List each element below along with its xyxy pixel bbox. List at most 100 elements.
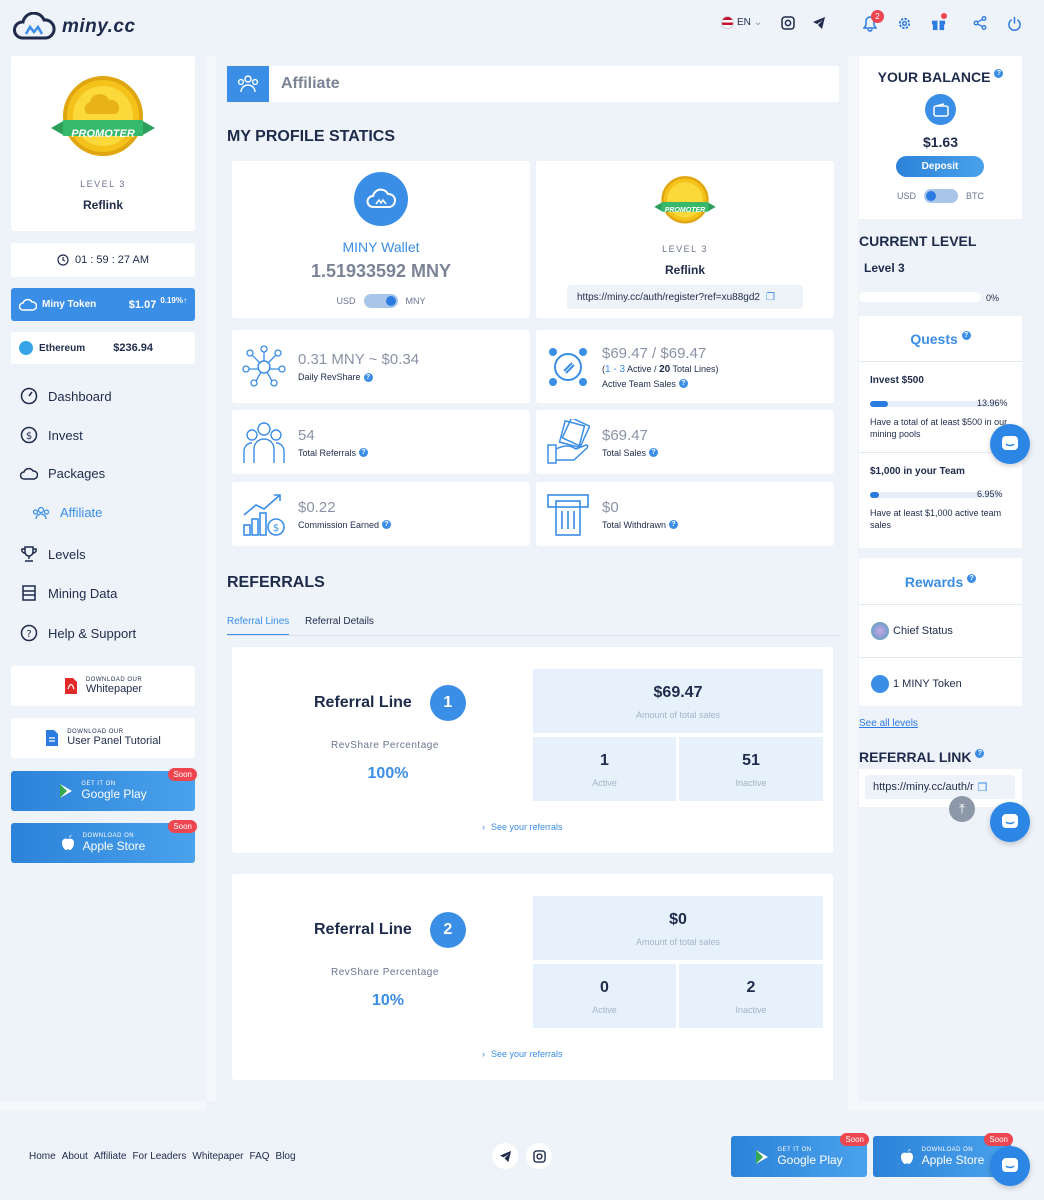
wallet-currency-toggle[interactable]: USD MNY [232,294,530,308]
gear-icon[interactable] [897,16,912,31]
nav-invest[interactable]: $ Invest [20,426,190,444]
scroll-top-button[interactable]: ⤒ [949,796,975,822]
power-icon[interactable] [1007,16,1022,31]
nav-dashboard[interactable]: Dashboard [20,387,190,405]
ethereum-price[interactable]: Ethereum $236.94 [11,332,195,364]
stat-value: $0 [602,498,619,516]
chat-button[interactable] [990,424,1030,464]
tab-referral-details[interactable]: Referral Details [305,616,374,627]
inactive-label: Inactive [735,1005,767,1015]
referral-line-2-card: Referral Line 2 RevShare Percentage 10% … [232,874,833,1080]
google-play-icon [756,1149,769,1164]
gift-icon[interactable] [931,13,947,31]
language-selector[interactable]: EN ⌄ [721,16,762,29]
see-referrals-link[interactable]: › See your referrals [482,822,563,832]
active-lines: 1 - 3 [605,363,626,375]
total-sales-label: Amount of total sales [635,710,721,720]
referral-link-input[interactable]: https://miny.cc/auth/r ❐ [865,775,1015,799]
info-icon[interactable]: ? [649,448,659,457]
chief-badge-icon [871,622,889,640]
chevron-down-icon: ⌄ [753,17,763,28]
referral-link-value: https://miny.cc/auth/r [873,781,974,793]
info-icon[interactable]: ? [382,520,392,529]
affiliate-people-icon [32,506,50,519]
referral-link-card: https://miny.cc/auth/r ❐ [859,769,1022,807]
info-icon[interactable]: ? [961,331,971,340]
download-tutorial[interactable]: DOWNLOAD OUR User Panel Tutorial [11,718,195,758]
miny-token-price[interactable]: Miny Token $1.07 0.19%↑ [11,288,195,321]
stat-label: Daily RevShare [298,372,361,382]
copy-icon[interactable]: ❐ [978,781,988,794]
nav-packages[interactable]: Packages [20,466,190,481]
right-h-scrollbar[interactable] [848,1101,1044,1111]
footer-link-faq[interactable]: FAQ [250,1151,270,1162]
footer-link-blog[interactable]: Blog [276,1151,296,1162]
see-referrals-link[interactable]: › See your referrals [482,1049,563,1059]
footer-link-about[interactable]: About [62,1151,88,1162]
currency-switch[interactable] [363,294,398,308]
info-icon[interactable]: ? [359,448,369,457]
balance-switch[interactable] [924,189,958,203]
level-card-level: LEVEL 3 [662,244,708,254]
info-icon[interactable]: ? [678,379,688,388]
info-icon[interactable]: ? [363,372,373,382]
balance-currency-toggle[interactable]: USD BTC [859,189,1022,203]
info-icon[interactable]: ? [994,69,1004,78]
quest-name: $1,000 in your Team [870,466,965,477]
team-sales-icon [549,347,587,386]
notifications-icon[interactable]: 2 [863,10,884,32]
footer-google-play-button[interactable]: GET IT ON Google Play Soon [731,1133,869,1177]
dl-title: Apple Store [921,1152,985,1167]
deposit-button[interactable]: Deposit [896,156,984,177]
nav-mining-data[interactable]: Mining Data [20,584,190,602]
apple-store-button[interactable]: DOWNLOAD ON Apple Store Soon [11,820,197,863]
token-name: Miny Token [42,299,97,310]
quest-desc: Have a total of at least $500 in our min… [870,417,1008,439]
right-scrollbar[interactable] [848,56,858,1101]
total-sales-box: $0 Amount of total sales [533,896,823,960]
chat-button[interactable] [990,1146,1030,1186]
stat-value: $69.47 / $69.47 [602,344,707,362]
footer-link-home[interactable]: Home [29,1151,56,1162]
toggle-left-label: USD [336,296,356,306]
question-circle-icon: ? [20,624,38,642]
main-scrollbar[interactable] [206,56,216,1101]
atm-withdraw-icon [547,494,589,536]
see-all-levels-link[interactable]: See all levels [859,718,918,729]
stat-value: 0.31 MNY ~ $0.34 [298,351,420,368]
telegram-icon[interactable] [812,16,826,30]
download-whitepaper[interactable]: DOWNLOAD OUR Whitepaper [11,666,195,706]
footer-link-whitepaper[interactable]: Whitepaper [192,1151,243,1162]
revshare-value: 100% [367,765,409,782]
footer-telegram-icon[interactable] [492,1143,518,1169]
balance-card: YOUR BALANCE ? $1.63 Deposit USD BTC [859,56,1022,219]
share-icon[interactable] [973,16,987,30]
info-icon[interactable]: ? [669,520,679,529]
info-icon[interactable]: ? [967,574,977,583]
cloud-logo-icon [13,12,56,40]
level-card-name: Reflink [664,263,705,277]
footer-link-affiliate[interactable]: Affiliate [94,1151,127,1162]
nav-help-support[interactable]: ? Help & Support [20,624,190,642]
level-card: PROMOTER LEVEL 3 Reflink https://miny.cc… [536,161,834,318]
tab-referral-lines[interactable]: Referral Lines [227,616,290,636]
footer-link-leaders[interactable]: For Leaders [132,1151,186,1162]
balance-title: YOUR BALANCE [877,69,991,85]
stat-label: Total Sales [602,447,647,458]
nav-affiliate[interactable]: Affiliate [32,505,202,520]
referral-link-box[interactable]: https://miny.cc/auth/register?ref=xu88gd… [567,285,803,309]
chat-button[interactable] [990,802,1030,842]
footer-instagram-icon[interactable] [526,1143,552,1169]
copy-icon[interactable]: ❐ [766,292,775,303]
rewards-title: Rewards [904,574,964,590]
nav-levels[interactable]: Levels [20,545,190,563]
affiliate-header-icon [227,66,269,102]
left-h-scrollbar[interactable] [0,1101,206,1111]
divider [859,361,1022,362]
logo[interactable]: miny.cc [12,12,136,42]
google-play-button[interactable]: GET IT ON Google Play Soon [11,768,197,811]
chat-icon [1002,436,1018,450]
info-icon[interactable]: ? [975,749,985,758]
money-hand-icon [547,419,590,464]
instagram-icon[interactable] [781,16,795,30]
